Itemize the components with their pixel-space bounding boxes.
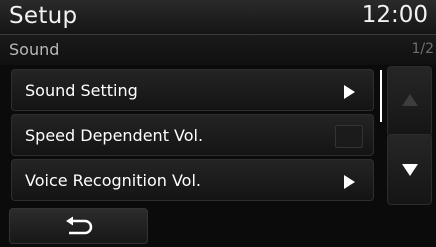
- back-arrow-icon: [66, 216, 93, 235]
- page-indicator: 1/2: [411, 41, 434, 57]
- play-arrow-icon: [344, 175, 355, 189]
- speed-dependent-vol-item[interactable]: Speed Dependent Vol.: [11, 114, 374, 156]
- sound-setting-item[interactable]: Sound Setting: [11, 69, 374, 111]
- menu-item-label: Voice Recognition Vol.: [25, 171, 201, 190]
- scroll-up-button[interactable]: [387, 66, 432, 137]
- voice-recognition-vol-item[interactable]: Voice Recognition Vol.: [11, 159, 374, 201]
- scroll-down-button[interactable]: [387, 134, 432, 205]
- triangle-down-icon: [402, 164, 418, 176]
- scroll-position-indicator: [380, 70, 382, 122]
- play-arrow-icon: [344, 85, 355, 99]
- back-button[interactable]: [9, 208, 148, 244]
- clock: 12:00: [361, 2, 428, 28]
- sub-header: Sound 1/2: [0, 34, 436, 65]
- menu-item-label: Speed Dependent Vol.: [25, 126, 204, 145]
- menu-item-label: Sound Setting: [25, 81, 138, 100]
- toggle-checkbox[interactable]: [335, 125, 363, 148]
- page-title: Setup: [9, 3, 78, 29]
- title-bar: Setup 12:00: [0, 0, 436, 34]
- triangle-up-icon: [402, 94, 418, 106]
- section-title: Sound: [9, 40, 60, 59]
